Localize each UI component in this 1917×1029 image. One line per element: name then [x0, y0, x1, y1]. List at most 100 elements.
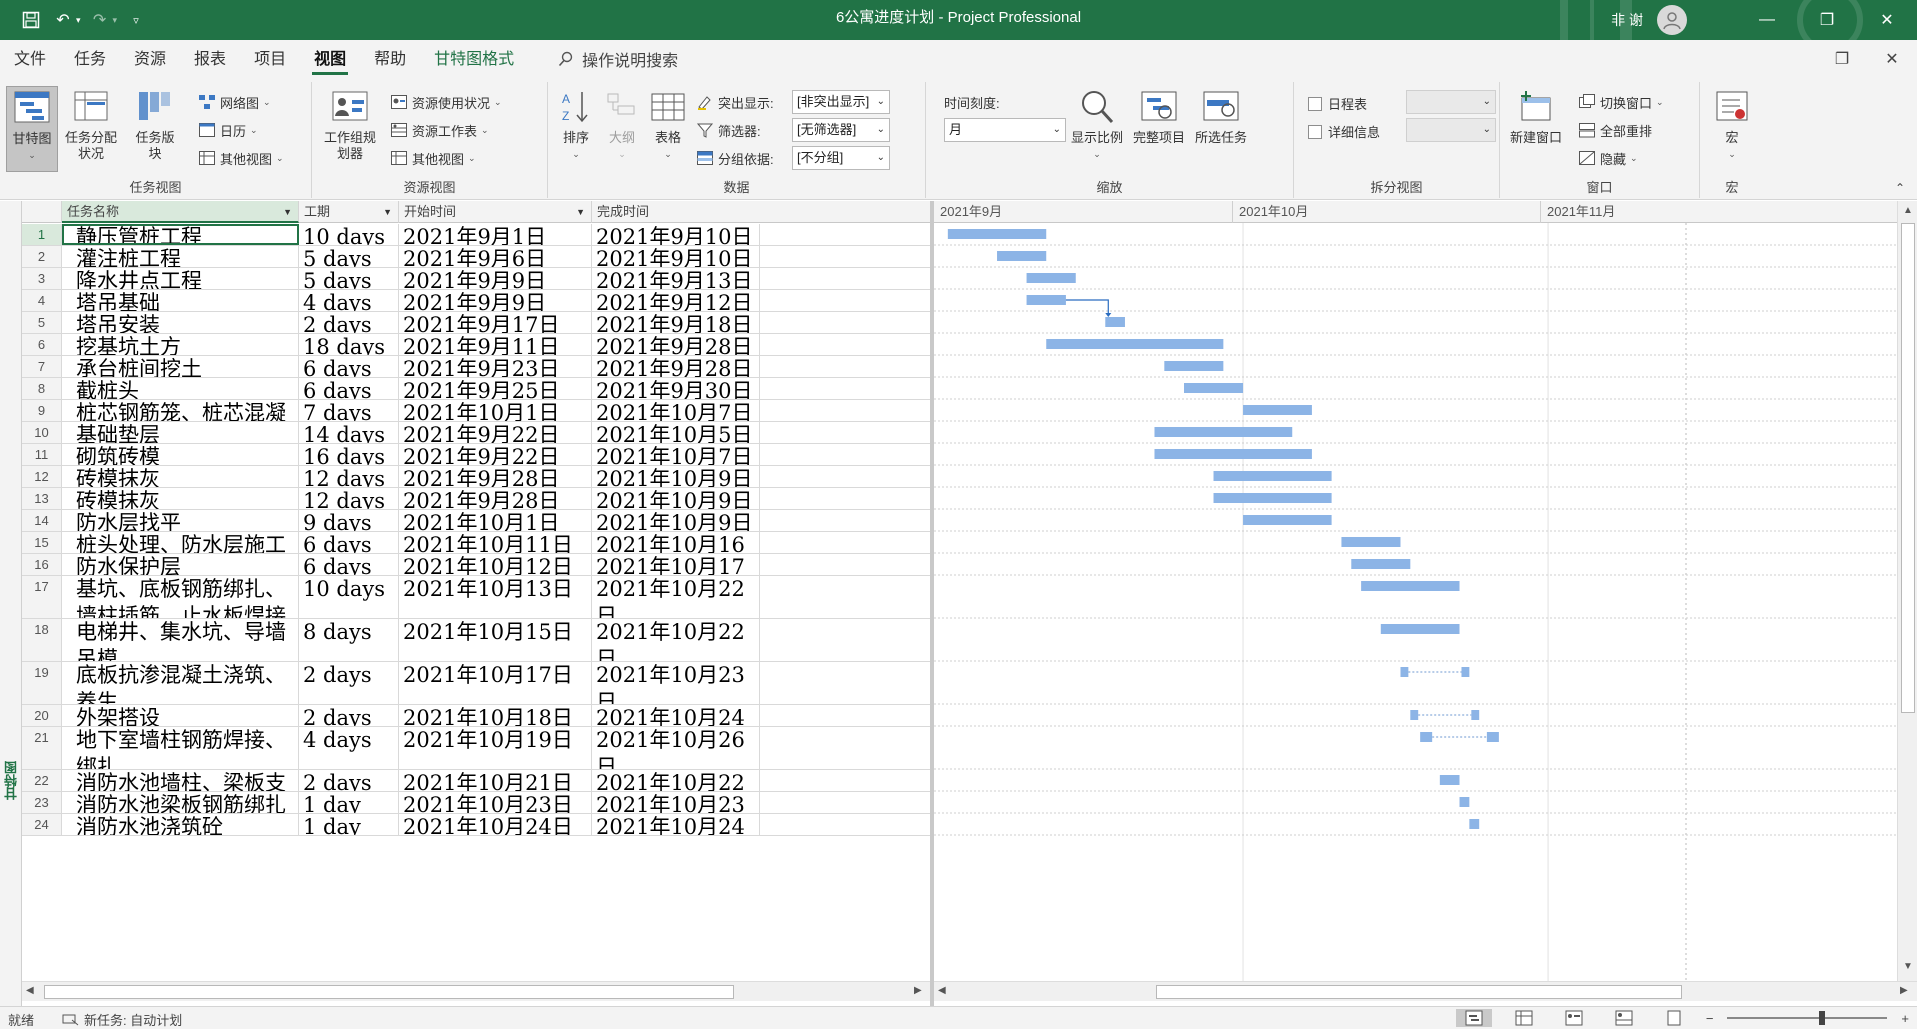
cell-start[interactable]: 2021年9月9日: [399, 268, 592, 289]
row-id[interactable]: 15: [22, 532, 62, 553]
doc-close-icon[interactable]: ✕: [1867, 40, 1917, 78]
minimize-icon[interactable]: —: [1737, 0, 1797, 40]
cell-start[interactable]: 2021年9月22日: [399, 444, 592, 465]
row-id[interactable]: 13: [22, 488, 62, 509]
account-area[interactable]: 非 谢: [1611, 0, 1687, 40]
cell-finish[interactable]: 2021年10月5日: [592, 422, 760, 443]
avatar[interactable]: [1657, 5, 1687, 35]
new-window-button[interactable]: 新建窗口: [1506, 86, 1566, 146]
row-id[interactable]: 14: [22, 510, 62, 531]
select-all-corner[interactable]: [22, 201, 62, 223]
cell-finish[interactable]: 2021年10月22日: [592, 576, 760, 618]
cell-start[interactable]: 2021年10月18日: [399, 705, 592, 726]
zoom-button[interactable]: 显示比例 ⌄: [1066, 86, 1128, 162]
cell-start[interactable]: 2021年10月13日: [399, 576, 592, 618]
cell-start[interactable]: 2021年10月24日: [399, 814, 592, 835]
cell-finish[interactable]: 2021年9月13日: [592, 268, 760, 289]
table-row[interactable]: 20外架搭设2 days2021年10月18日2021年10月24日: [22, 705, 930, 727]
cell-duration[interactable]: 5 days: [299, 246, 399, 267]
row-id[interactable]: 2: [22, 246, 62, 267]
cell-start[interactable]: 2021年9月28日: [399, 466, 592, 487]
switch-windows-button[interactable]: 切换窗口 ⌄: [1578, 90, 1664, 114]
cell-start[interactable]: 2021年10月19日: [399, 727, 592, 769]
task-board-button[interactable]: 任务版块: [132, 86, 178, 162]
cell-finish[interactable]: 2021年10月7日: [592, 400, 760, 421]
tables-button[interactable]: 表格 ⌄: [646, 86, 690, 162]
timeline-checkbox[interactable]: 日程表: [1308, 94, 1367, 113]
redo-dropdown-icon[interactable]: ▾: [113, 15, 118, 26]
sort-button[interactable]: AZ 排序 ⌄: [554, 86, 598, 162]
cell-finish[interactable]: 2021年9月28日: [592, 356, 760, 377]
cell-task-name[interactable]: 砖模抹灰: [62, 466, 299, 487]
cell-task-name[interactable]: 塔吊基础: [62, 290, 299, 311]
cell-task-name[interactable]: 外架搭设: [62, 705, 299, 726]
sheet-scroll-right-icon[interactable]: ▶: [914, 985, 922, 996]
tab-task[interactable]: 任务: [60, 40, 120, 78]
new-tasks-mode[interactable]: 新任务: 自动计划: [62, 1010, 182, 1029]
table-row[interactable]: 8 截桩头 6 days 2021年9月25日 2021年9月30日: [22, 378, 930, 400]
cell-task-name[interactable]: 电梯井、集水坑、导墙吊模: [62, 619, 299, 661]
cell-start[interactable]: 2021年10月21日: [399, 770, 592, 791]
row-id[interactable]: 8: [22, 378, 62, 399]
column-header-finish[interactable]: 完成时间: [592, 201, 930, 223]
sheet-scroll-thumb[interactable]: [44, 985, 734, 999]
column-start-filter-icon[interactable]: ▼: [576, 201, 585, 223]
cell-task-name[interactable]: 挖基坑土方: [62, 334, 299, 355]
cell-duration[interactable]: 4 days: [299, 727, 399, 769]
cell-duration[interactable]: 2 days: [299, 770, 399, 791]
zoom-out-icon[interactable]: −: [1706, 1011, 1714, 1026]
other-task-views-button[interactable]: 其他视图 ⌄: [198, 146, 284, 170]
cell-duration[interactable]: 6 days: [299, 554, 399, 575]
row-id[interactable]: 17: [22, 576, 62, 618]
row-id[interactable]: 21: [22, 727, 62, 769]
cell-duration[interactable]: 16 days: [299, 444, 399, 465]
table-row[interactable]: 13 砖模抹灰 12 days 2021年9月28日 2021年10月9日: [22, 488, 930, 510]
filter-select[interactable]: [无筛选器] ⌄: [792, 118, 890, 142]
task-usage-button[interactable]: 任务分配状况: [60, 86, 122, 162]
sheet-scroll-left-icon[interactable]: ◀: [26, 985, 34, 996]
arrange-all-button[interactable]: 全部重排: [1578, 118, 1652, 142]
cell-duration[interactable]: 14 days: [299, 422, 399, 443]
collapse-ribbon-icon[interactable]: ⌃: [1895, 181, 1905, 195]
cell-start[interactable]: 2021年9月6日: [399, 246, 592, 267]
table-row[interactable]: 22消防水池墙柱、梁板支模2 days2021年10月21日2021年10月22…: [22, 770, 930, 792]
cell-start[interactable]: 2021年9月17日: [399, 312, 592, 333]
cell-task-name[interactable]: 截桩头: [62, 378, 299, 399]
cell-task-name[interactable]: 塔吊安装: [62, 312, 299, 333]
tab-report[interactable]: 报表: [180, 40, 240, 78]
cell-start[interactable]: 2021年10月12日: [399, 554, 592, 575]
table-row[interactable]: 5 塔吊安装 2 days 2021年9月17日 2021年9月18日: [22, 312, 930, 334]
undo-dropdown-icon[interactable]: ▾: [76, 15, 81, 26]
tab-gantt-format[interactable]: 甘特图格式: [420, 40, 528, 78]
table-row[interactable]: 4 塔吊基础 4 days 2021年9月9日 2021年9月12日: [22, 290, 930, 312]
cell-start[interactable]: 2021年10月1日: [399, 510, 592, 531]
task-usage-shortcut-icon[interactable]: [1506, 1009, 1542, 1027]
cell-duration[interactable]: 1 day: [299, 792, 399, 813]
cell-task-name[interactable]: 地下室墙柱钢筋焊接、绑扎: [62, 727, 299, 769]
table-row[interactable]: 7 承台桩间挖土 6 days 2021年9月23日 2021年9月28日: [22, 356, 930, 378]
cell-start[interactable]: 2021年9月28日: [399, 488, 592, 509]
cell-task-name[interactable]: 消防水池墙柱、梁板支模: [62, 770, 299, 791]
gantt-horizontal-scrollbar[interactable]: ◀ ▶: [934, 981, 1917, 1001]
cell-task-name[interactable]: 砌筑砖模: [62, 444, 299, 465]
cell-finish[interactable]: 2021年10月9日: [592, 466, 760, 487]
entire-project-button[interactable]: 完整项目: [1130, 86, 1188, 146]
table-row[interactable]: 17 基坑、底板钢筋绑扎、墙柱插筋、止水板焊接 10 days 2021年10月13日…: [22, 576, 930, 619]
column-header-duration[interactable]: 工期 ▼: [299, 201, 399, 223]
cell-task-name[interactable]: 基础垫层: [62, 422, 299, 443]
cell-duration[interactable]: 2 days: [299, 662, 399, 704]
cell-task-name[interactable]: 承台桩间挖土: [62, 356, 299, 377]
cell-task-name[interactable]: 防水保护层: [62, 554, 299, 575]
row-id[interactable]: 7: [22, 356, 62, 377]
column-header-start[interactable]: 开始时间 ▼: [399, 201, 592, 223]
cell-start[interactable]: 2021年10月23日: [399, 792, 592, 813]
table-row[interactable]: 16防水保护层6 days2021年10月12日2021年10月17日: [22, 554, 930, 576]
cell-start[interactable]: 2021年9月1日: [399, 224, 592, 245]
redo-icon[interactable]: ↷: [87, 7, 113, 33]
cell-finish[interactable]: 2021年10月23日: [592, 662, 760, 704]
row-id[interactable]: 19: [22, 662, 62, 704]
column-header-task-name[interactable]: 任务名称 ▼: [62, 201, 299, 223]
cell-finish[interactable]: 2021年9月30日: [592, 378, 760, 399]
cell-task-name[interactable]: 砖模抹灰: [62, 488, 299, 509]
table-row[interactable]: 3 降水井点工程 5 days 2021年9月9日 2021年9月13日: [22, 268, 930, 290]
